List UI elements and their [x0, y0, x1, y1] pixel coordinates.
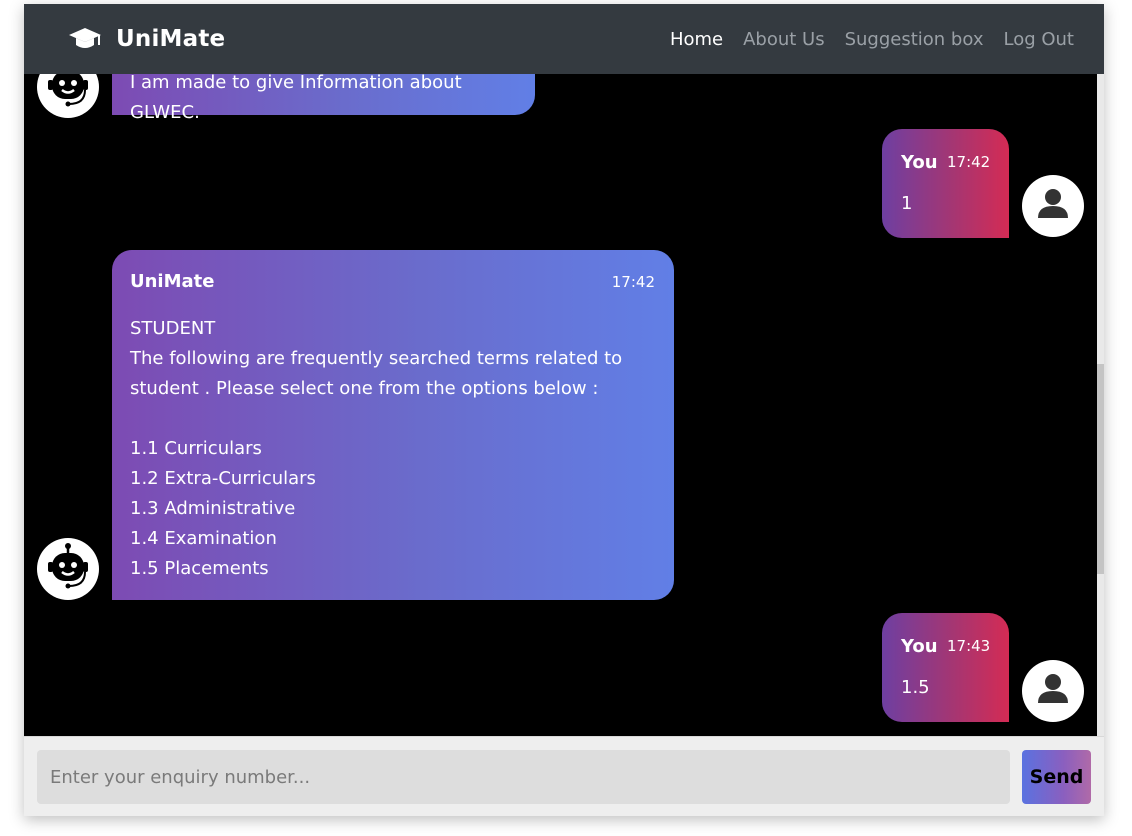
nav-log-out-link[interactable]: Log Out	[1003, 29, 1074, 50]
user-avatar	[1022, 660, 1084, 722]
message-sender: You	[901, 636, 938, 657]
nav-about-us-link[interactable]: About Us	[743, 29, 825, 50]
user-icon	[1033, 669, 1073, 713]
robot-icon	[43, 74, 93, 114]
user-icon	[1033, 184, 1073, 228]
message-sender: You	[901, 152, 938, 173]
message-sender: UniMate	[130, 271, 215, 292]
graduation-cap-icon	[68, 26, 102, 52]
message-time: 17:42	[611, 273, 655, 291]
chat-area[interactable]: I am made to give Information about GLWE…	[24, 74, 1097, 736]
enquiry-input[interactable]	[37, 750, 1010, 804]
nav-suggestion-box-link[interactable]: Suggestion box	[845, 29, 984, 50]
user-message: You 17:43 1.5	[882, 613, 1009, 722]
user-avatar	[1022, 175, 1084, 237]
input-bar: Send	[24, 736, 1104, 816]
app-window: UniMate Home About Us Suggestion box Log…	[24, 4, 1104, 816]
scrollbar-thumb[interactable]	[1097, 364, 1104, 574]
message-time: 17:43	[947, 637, 991, 655]
bot-avatar	[37, 74, 99, 118]
bot-message: UniMate 17:42 STUDENT The following are …	[112, 250, 674, 600]
bot-avatar	[37, 538, 99, 600]
chat-scrollbar[interactable]	[1097, 74, 1104, 736]
message-time: 17:42	[947, 153, 991, 171]
message-text: STUDENT The following are frequently sea…	[130, 318, 623, 579]
nav-home-link[interactable]: Home	[670, 29, 723, 50]
navbar: UniMate Home About Us Suggestion box Log…	[24, 4, 1104, 74]
bot-message: I am made to give Information about GLWE…	[112, 74, 535, 123]
message-text: 1.5	[901, 677, 930, 698]
user-message: You 17:42 1	[882, 129, 1009, 238]
send-button[interactable]: Send	[1022, 750, 1091, 804]
nav-links: Home About Us Suggestion box Log Out	[670, 4, 1074, 74]
robot-icon	[43, 542, 93, 596]
message-text: I am made to give Information about GLWE…	[130, 74, 462, 123]
brand-name: UniMate	[116, 26, 226, 52]
message-text: 1	[901, 193, 913, 214]
brand[interactable]: UniMate	[68, 4, 225, 74]
